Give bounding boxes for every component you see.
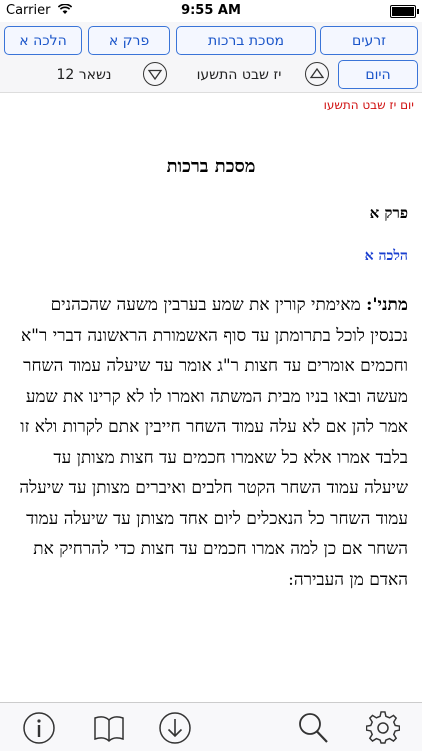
settings-gear-icon[interactable]: [365, 711, 401, 745]
halacha-title: הלכה א: [364, 248, 408, 264]
current-date: יז שבט התשעו: [196, 66, 282, 83]
clock: 9:55 AM: [181, 3, 241, 18]
remaining-count: נשאר 12: [56, 66, 112, 83]
halacha-button[interactable]: הלכה א: [4, 26, 82, 55]
previous-day-up-icon[interactable]: [305, 62, 329, 86]
battery-icon: [390, 5, 419, 18]
book-icon[interactable]: [92, 711, 126, 745]
next-day-down-icon[interactable]: [143, 62, 167, 86]
status-bar: Carrier 9:55 AM: [0, 0, 422, 22]
text-content[interactable]: מסכת ברכות פרק א הלכה א מתני': מאימתי קו…: [0, 130, 422, 700]
seder-button[interactable]: זרעים: [320, 26, 418, 55]
navigation-bar: הלכה א פרק א מסכת ברכות זרעים היום יז שב…: [0, 22, 422, 93]
download-icon[interactable]: [158, 711, 192, 745]
bottom-toolbar: [0, 702, 422, 751]
masechet-title: מסכת ברכות: [166, 156, 256, 177]
day-label: יום יז שבט התשעו: [323, 98, 414, 112]
perek-button[interactable]: פרק א: [88, 26, 170, 55]
mishna-lead: מתני':: [366, 295, 408, 315]
info-icon[interactable]: [22, 711, 56, 745]
mishna-body: מאימתי קורין את שמע בערבין משעה שהכהנים …: [19, 295, 408, 590]
search-icon[interactable]: [296, 711, 330, 745]
today-button[interactable]: היום: [338, 60, 418, 89]
perek-title: פרק א: [369, 204, 408, 222]
masechet-button[interactable]: מסכת ברכות: [176, 26, 316, 55]
halacha-text: מתני': מאימתי קורין את שמע בערבין משעה ש…: [14, 290, 408, 595]
